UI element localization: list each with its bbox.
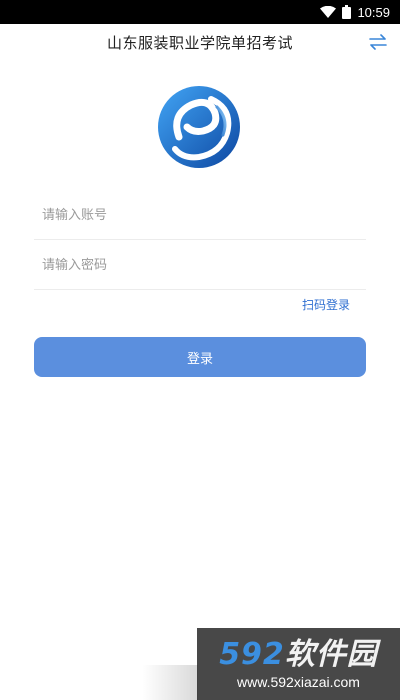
wifi-icon bbox=[320, 6, 337, 18]
login-button[interactable]: 登录 bbox=[34, 337, 366, 377]
watermark-brand-text: 软件园 bbox=[284, 637, 378, 672]
watermark-url: www.592xiazai.com bbox=[237, 674, 360, 690]
switch-button[interactable] bbox=[366, 30, 390, 54]
status-bar: 10:59 bbox=[0, 0, 400, 24]
watermark-shadow bbox=[142, 665, 198, 700]
qr-login-link[interactable]: 扫码登录 bbox=[302, 296, 350, 313]
app-bar: 山东服装职业学院单招考试 bbox=[0, 24, 400, 60]
account-input[interactable] bbox=[34, 192, 366, 239]
password-field bbox=[34, 242, 366, 290]
page-title: 山东服装职业学院单招考试 bbox=[106, 33, 293, 52]
watermark-brand-number: 592 bbox=[219, 637, 285, 672]
password-input[interactable] bbox=[34, 242, 366, 289]
status-time: 10:59 bbox=[357, 4, 390, 20]
watermark-brand: 592软件园 bbox=[219, 638, 378, 672]
school-logo-icon bbox=[158, 86, 240, 168]
account-field bbox=[34, 192, 366, 240]
swap-arrows-icon bbox=[369, 34, 387, 50]
watermark: 592软件园 www.592xiazai.com bbox=[197, 628, 400, 700]
battery-icon bbox=[342, 5, 352, 19]
